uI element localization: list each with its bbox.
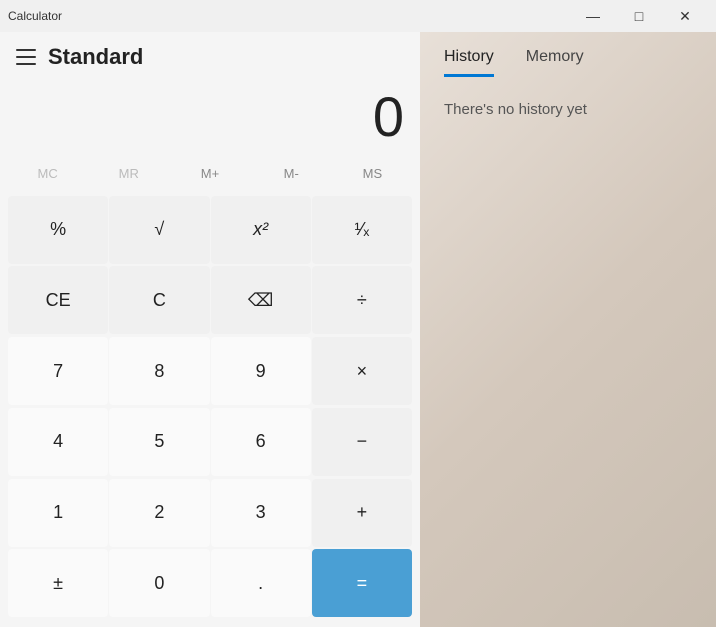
tab-history[interactable]: History bbox=[444, 48, 494, 77]
multiply-key[interactable]: × bbox=[312, 337, 412, 405]
key-7[interactable]: 7 bbox=[8, 337, 108, 405]
close-button[interactable]: ✕ bbox=[662, 0, 708, 32]
memory-subtract-button[interactable]: M- bbox=[252, 156, 331, 192]
decimal-key[interactable]: . bbox=[211, 549, 311, 617]
subtract-key[interactable]: − bbox=[312, 408, 412, 476]
tabs: History Memory bbox=[420, 32, 716, 77]
key-3[interactable]: 3 bbox=[211, 479, 311, 547]
reciprocal-key[interactable]: ¹⁄ₓ bbox=[312, 196, 412, 264]
ce-key[interactable]: CE bbox=[8, 266, 108, 334]
hamburger-line-2 bbox=[16, 56, 36, 58]
maximize-button[interactable]: □ bbox=[616, 0, 662, 32]
right-panel: History Memory There's no history yet bbox=[420, 32, 716, 627]
key-5[interactable]: 5 bbox=[109, 408, 209, 476]
hamburger-line-1 bbox=[16, 49, 36, 51]
calc-result: 0 bbox=[16, 86, 404, 148]
key-9[interactable]: 9 bbox=[211, 337, 311, 405]
minimize-button[interactable]: — bbox=[570, 0, 616, 32]
key-0[interactable]: 0 bbox=[109, 549, 209, 617]
square-key[interactable]: x² bbox=[211, 196, 311, 264]
key-1[interactable]: 1 bbox=[8, 479, 108, 547]
key-6[interactable]: 6 bbox=[211, 408, 311, 476]
memory-add-button[interactable]: M+ bbox=[170, 156, 249, 192]
memory-store-button[interactable]: MS bbox=[333, 156, 412, 192]
tab-memory[interactable]: Memory bbox=[526, 48, 584, 77]
history-content: There's no history yet bbox=[420, 77, 716, 627]
divide-key[interactable]: ÷ bbox=[312, 266, 412, 334]
percent-key[interactable]: % bbox=[8, 196, 108, 264]
title-bar: Calculator — □ ✕ bbox=[0, 0, 716, 32]
negate-key[interactable]: ± bbox=[8, 549, 108, 617]
key-2[interactable]: 2 bbox=[109, 479, 209, 547]
add-key[interactable]: + bbox=[312, 479, 412, 547]
clear-key[interactable]: C bbox=[109, 266, 209, 334]
title-bar-left: Calculator bbox=[8, 9, 62, 23]
calc-mode-title: Standard bbox=[48, 44, 143, 70]
key-4[interactable]: 4 bbox=[8, 408, 108, 476]
backspace-key[interactable]: ⌫ bbox=[211, 266, 311, 334]
memory-row: MC MR M+ M- MS bbox=[0, 152, 420, 196]
calculator-panel: Standard 0 MC MR M+ M- MS % √ x² ¹⁄ₓ CE … bbox=[0, 32, 420, 627]
app-title: Calculator bbox=[8, 9, 62, 23]
memory-recall-button[interactable]: MR bbox=[89, 156, 168, 192]
title-bar-controls: — □ ✕ bbox=[570, 0, 708, 32]
main-content: Standard 0 MC MR M+ M- MS % √ x² ¹⁄ₓ CE … bbox=[0, 32, 716, 627]
calc-display: 0 bbox=[0, 78, 420, 152]
calc-header: Standard bbox=[0, 32, 420, 78]
sqrt-key[interactable]: √ bbox=[109, 196, 209, 264]
no-history-text: There's no history yet bbox=[444, 101, 587, 118]
key-8[interactable]: 8 bbox=[109, 337, 209, 405]
hamburger-line-3 bbox=[16, 63, 36, 65]
equals-key[interactable]: = bbox=[312, 549, 412, 617]
keypad: % √ x² ¹⁄ₓ CE C ⌫ ÷ 7 8 9 × 4 5 6 − 1 2 … bbox=[0, 196, 420, 627]
hamburger-menu-icon[interactable] bbox=[16, 49, 36, 65]
memory-clear-button[interactable]: MC bbox=[8, 156, 87, 192]
